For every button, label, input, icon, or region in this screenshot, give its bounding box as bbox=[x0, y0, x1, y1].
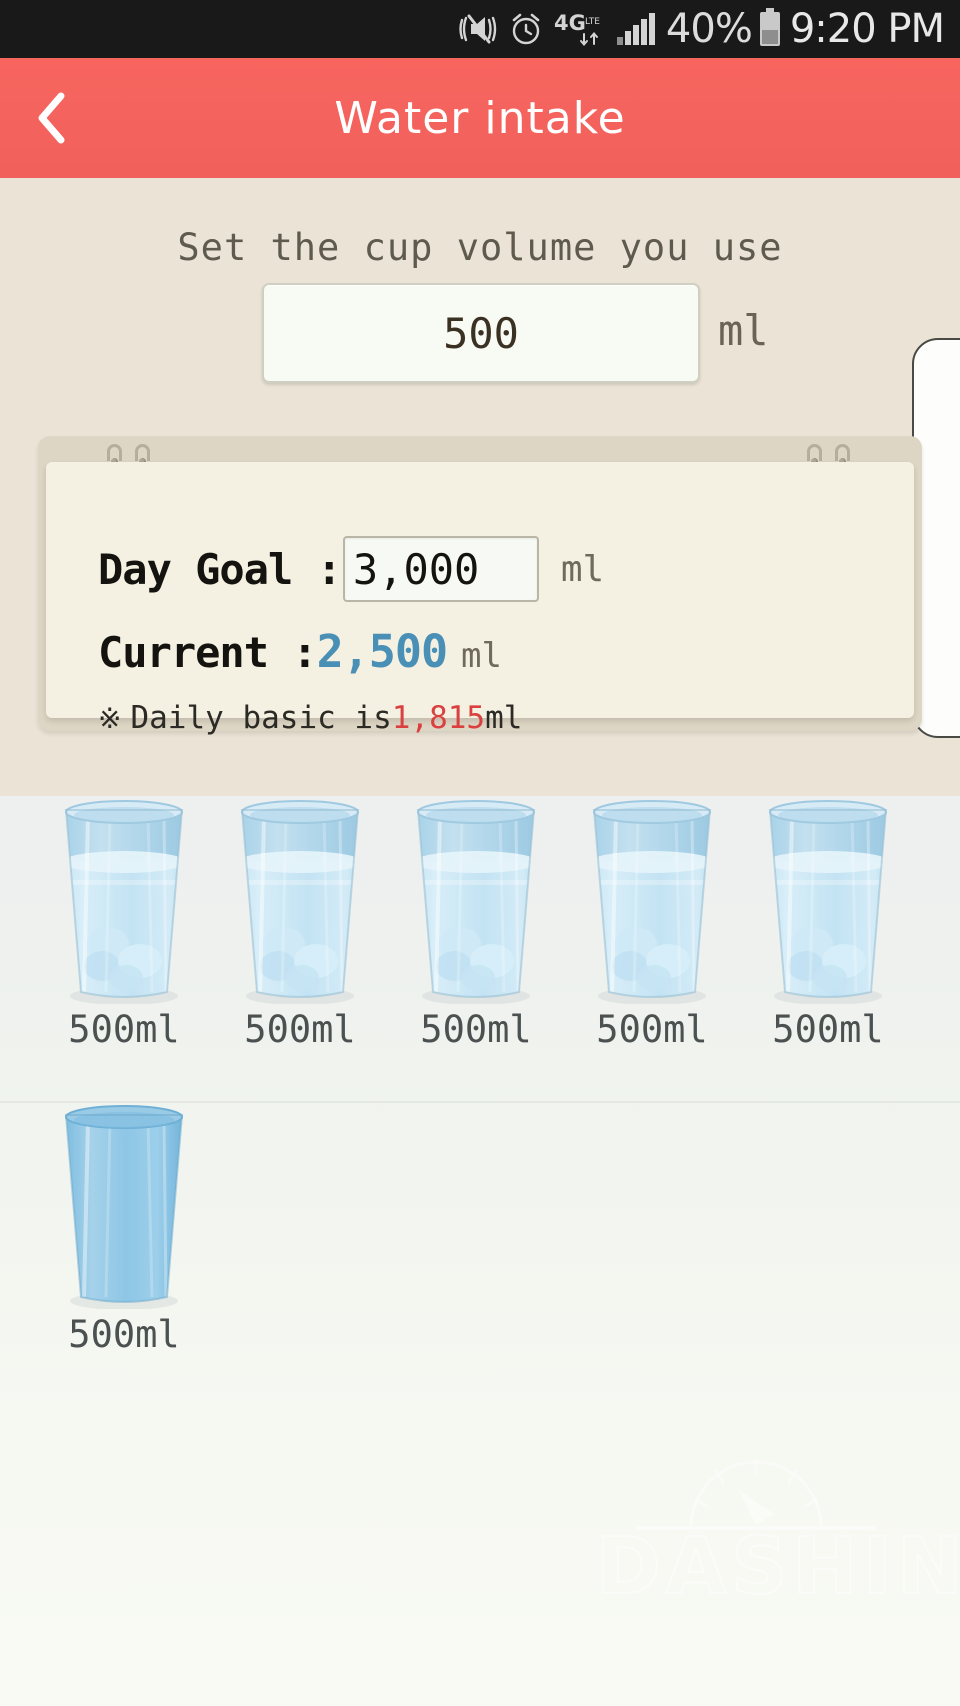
daily-basic-label: Daily basic is bbox=[130, 700, 392, 736]
glass-empty-icon bbox=[36, 1101, 212, 1309]
glass-filled-icon bbox=[36, 796, 212, 1004]
vibrate-mute-icon bbox=[458, 12, 498, 46]
glass-row-2: 500ml bbox=[0, 1101, 960, 1406]
app-screen: 4G LTE 40% 9:20 PM Water intake Set the … bbox=[0, 0, 960, 1706]
day-goal-row: Day Goal : 3,000 ml bbox=[98, 536, 604, 602]
glass-item[interactable]: 500ml bbox=[564, 796, 740, 1051]
current-unit: ml bbox=[461, 636, 502, 676]
clock-label: 9:20 PM bbox=[789, 6, 945, 52]
glass-list: 500ml 500ml 500ml 500ml 500ml 500ml DASH… bbox=[0, 796, 960, 1706]
daily-basic-row: ※ Daily basic is 1,815 ml bbox=[98, 700, 522, 736]
alarm-clock-icon bbox=[508, 11, 544, 47]
gauge-icon bbox=[636, 1460, 876, 1530]
daily-basic-value: 1,815 bbox=[391, 700, 486, 736]
page-title: Water intake bbox=[334, 92, 626, 144]
cup-volume-unit: ml bbox=[718, 306, 769, 355]
settings-panel: Set the cup volume you use 500 ml Day Go… bbox=[0, 178, 960, 796]
glass-item[interactable]: 500ml bbox=[212, 796, 388, 1051]
cup-volume-prompt: Set the cup volume you use bbox=[177, 226, 783, 269]
day-goal-input[interactable]: 3,000 bbox=[342, 536, 539, 602]
4g-lte-icon: 4G LTE bbox=[554, 10, 606, 48]
chevron-left-icon bbox=[38, 92, 65, 144]
daily-basic-unit: ml bbox=[485, 700, 523, 736]
glass-label: 500ml bbox=[420, 1008, 532, 1051]
glass-label: 500ml bbox=[244, 1008, 356, 1051]
glass-label: 500ml bbox=[68, 1008, 180, 1051]
glass-filled-icon bbox=[740, 796, 916, 1004]
glass-filled-icon bbox=[388, 796, 564, 1004]
current-label: Current : bbox=[98, 628, 318, 677]
signal-bars-icon bbox=[616, 12, 656, 46]
dashin-watermark: DASHIN bbox=[595, 1422, 960, 1613]
status-bar: 4G LTE 40% 9:20 PM bbox=[0, 0, 960, 58]
svg-text:4G: 4G bbox=[554, 11, 586, 35]
watermark-text: DASHIN bbox=[595, 1521, 960, 1613]
current-row: Current : 2,500 ml bbox=[98, 625, 502, 678]
day-goal-unit: ml bbox=[560, 548, 605, 590]
glass-row-1: 500ml 500ml 500ml 500ml 500ml bbox=[0, 796, 960, 1101]
svg-text:LTE: LTE bbox=[585, 17, 600, 27]
battery-percent-label: 40% bbox=[665, 6, 753, 52]
cup-volume-input[interactable]: 500 bbox=[262, 283, 700, 383]
back-button[interactable] bbox=[18, 83, 88, 153]
battery-icon bbox=[759, 8, 780, 46]
glass-label: 500ml bbox=[68, 1313, 180, 1356]
goal-card: Day Goal : 3,000 ml Current : 2,500 ml ※… bbox=[38, 436, 922, 736]
glass-item[interactable]: 500ml bbox=[36, 796, 212, 1051]
glass-label: 500ml bbox=[596, 1008, 708, 1051]
glass-label: 500ml bbox=[772, 1008, 884, 1051]
asterisk-icon: ※ bbox=[98, 702, 122, 735]
day-goal-label: Day Goal : bbox=[98, 544, 342, 594]
app-header: Water intake bbox=[0, 58, 960, 178]
glass-filled-icon bbox=[564, 796, 740, 1004]
current-value: 2,500 bbox=[316, 625, 448, 678]
glass-filled-icon bbox=[212, 796, 388, 1004]
glass-item[interactable]: 500ml bbox=[36, 1101, 212, 1356]
goal-card-page: Day Goal : 3,000 ml Current : 2,500 ml ※… bbox=[46, 462, 914, 736]
glass-item[interactable]: 500ml bbox=[740, 796, 916, 1051]
glass-item[interactable]: 500ml bbox=[388, 796, 564, 1051]
